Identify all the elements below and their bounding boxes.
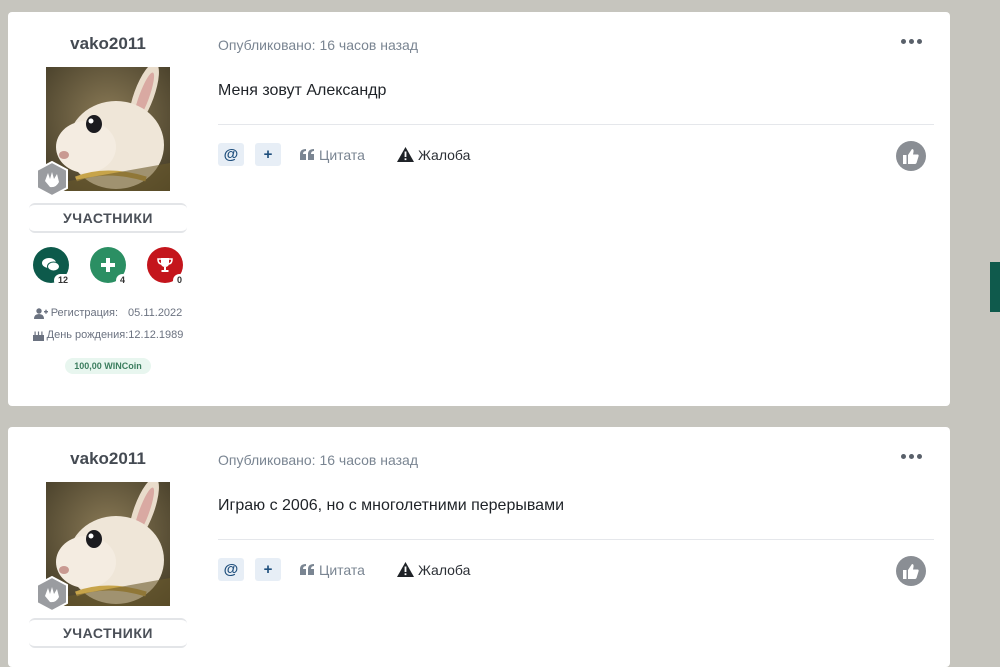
post: vako2011: [8, 427, 950, 667]
author-panel: vako2011: [8, 12, 208, 374]
post-actions: @ + Цитата Жалоба: [218, 143, 502, 166]
more-options-icon[interactable]: [901, 454, 922, 459]
group-label: УЧАСТНИКИ: [29, 203, 187, 233]
trophy-icon: [157, 258, 173, 272]
chat-icon: [42, 258, 60, 272]
divider: [218, 124, 934, 125]
birthday-label: День рождения:: [46, 329, 129, 341]
quote-button[interactable]: Цитата: [300, 562, 365, 578]
post-text: Меня зовут Александр: [218, 82, 387, 99]
birthday-row: День рождения: 12.12.1989: [8, 329, 208, 341]
divider: [218, 539, 934, 540]
more-options-icon[interactable]: [901, 39, 922, 44]
avatar-wrap: [36, 67, 170, 197]
rank-badge-icon: [36, 576, 68, 612]
author-panel: vako2011: [8, 427, 208, 648]
quote-icon: [300, 564, 314, 575]
post-text: Играю с 2006, но с многолетними перерыва…: [218, 497, 564, 514]
registration-label: Регистрация:: [50, 307, 119, 319]
quote-icon: [300, 149, 314, 160]
posts-count-badge[interactable]: 12: [33, 247, 72, 287]
registration-row: Регистрация: 05.11.2022: [8, 307, 208, 319]
reputation-badge[interactable]: 4: [90, 247, 129, 287]
like-button[interactable]: [896, 141, 926, 171]
stat-count: 0: [172, 274, 186, 287]
mention-button[interactable]: @: [218, 558, 244, 581]
multiquote-button[interactable]: +: [255, 143, 281, 166]
post: vako2011: [8, 12, 950, 406]
coin-balance-badge: 100,00 WINCoin: [65, 358, 151, 374]
avatar-wrap: [36, 482, 170, 612]
group-label: УЧАСТНИКИ: [29, 618, 187, 648]
author-stats: 12 4 0: [8, 247, 208, 287]
like-button[interactable]: [896, 556, 926, 586]
stat-count: 12: [53, 274, 72, 287]
multiquote-button[interactable]: +: [255, 558, 281, 581]
quote-button[interactable]: Цитата: [300, 147, 365, 163]
plus-icon: [101, 258, 115, 272]
post-meta: Опубликовано: 16 часов назад: [218, 37, 418, 53]
mention-button[interactable]: @: [218, 143, 244, 166]
report-button[interactable]: Жалоба: [396, 146, 471, 163]
warning-icon: [396, 562, 414, 577]
quote-label: Цитата: [319, 146, 365, 163]
birthday-date: 12.12.1989: [128, 329, 184, 341]
stat-count: 4: [115, 274, 129, 287]
quote-label: Цитата: [319, 561, 365, 578]
rank-badge-icon: [36, 161, 68, 197]
author-name[interactable]: vako2011: [8, 34, 208, 54]
author-name[interactable]: vako2011: [8, 449, 208, 469]
registration-date: 05.11.2022: [128, 307, 183, 319]
user-plus-icon: [33, 307, 48, 319]
thumbs-up-icon: [903, 564, 919, 579]
thumbs-up-icon: [903, 149, 919, 164]
birthday-cake-icon: [32, 331, 44, 341]
post-meta: Опубликовано: 16 часов назад: [218, 452, 418, 468]
post-actions: @ + Цитата Жалоба: [218, 558, 502, 581]
report-label: Жалоба: [417, 561, 471, 578]
warning-icon: [396, 147, 414, 162]
report-label: Жалоба: [417, 146, 471, 163]
achievements-badge[interactable]: 0: [147, 247, 186, 287]
side-tab[interactable]: [990, 262, 1000, 312]
report-button[interactable]: Жалоба: [396, 561, 471, 578]
